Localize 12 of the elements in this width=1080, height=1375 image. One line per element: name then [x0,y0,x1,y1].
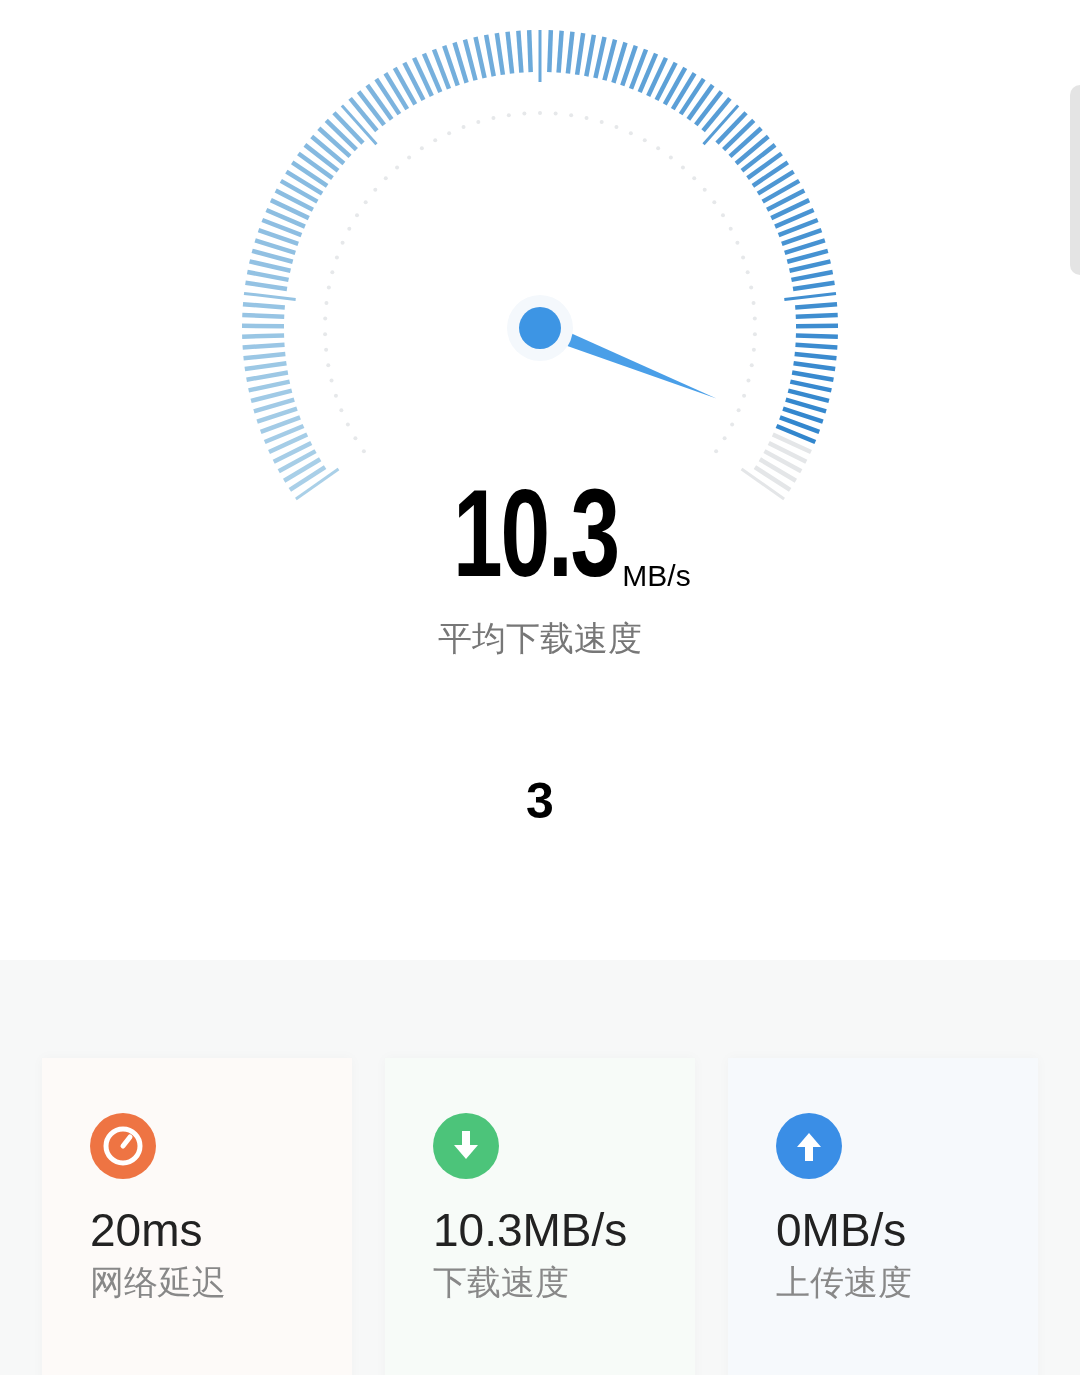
gauge-icon [90,1113,156,1179]
stat-value: 0MB/s [776,1207,908,1253]
stat-value: 20ms [90,1207,204,1253]
stat-label: 下载速度 [433,1265,570,1299]
countdown-number: 3 [526,772,554,831]
stat-value: 10.3MB/s [433,1207,629,1253]
speed-caption: 平均下载速度 [438,618,642,659]
stat-label: 上传速度 [776,1265,913,1299]
speed-unit: MB/s [622,561,691,591]
needle-hub-icon [507,295,573,361]
speed-value: 10.3 [453,471,619,595]
stat-label: 网络延迟 [90,1265,227,1299]
